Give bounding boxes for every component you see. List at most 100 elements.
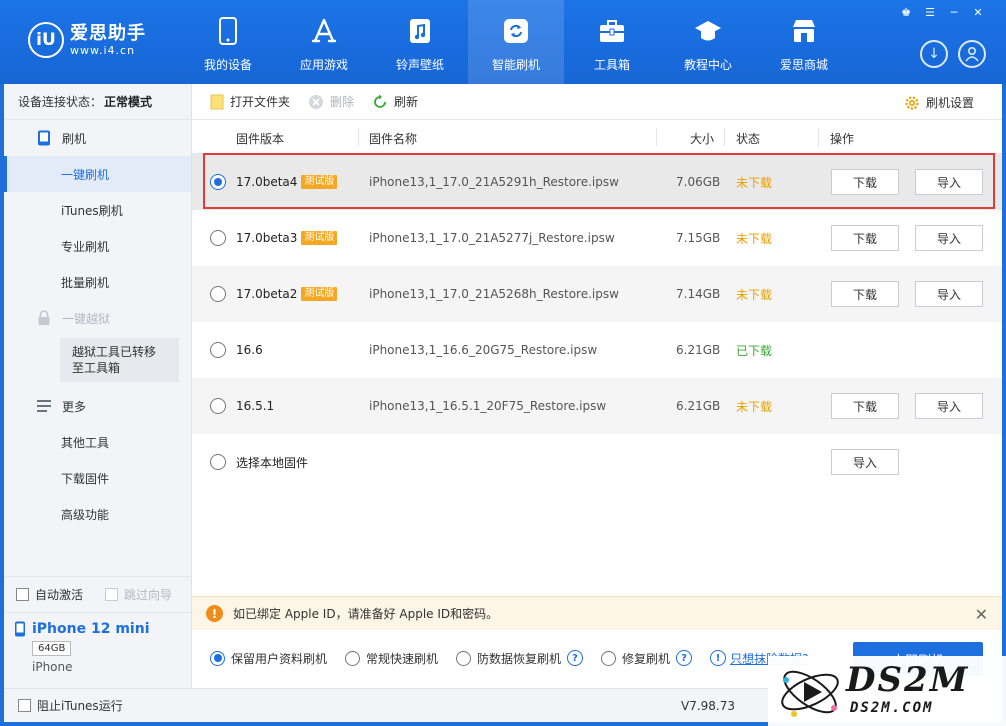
help-icon[interactable]: ? xyxy=(567,650,584,666)
main-panel: 打开文件夹 删除 刷新 刷机设置 固件版本 固件名称 大小 状态 操作 17.0… xyxy=(192,84,1002,688)
close-icon[interactable]: ✕ xyxy=(968,4,988,20)
refresh-icon xyxy=(372,94,388,110)
nav-apps-games[interactable]: 应用游戏 xyxy=(276,0,372,84)
import-button[interactable]: 导入 xyxy=(915,281,983,307)
nav-ringtones[interactable]: 铃声壁纸 xyxy=(372,0,468,84)
app-version: V7.98.73 xyxy=(681,699,736,713)
import-button[interactable]: 导入 xyxy=(915,225,983,251)
sidebar-item-itunes-flash[interactable]: iTunes刷机 xyxy=(4,192,191,228)
jailbreak-moved-note[interactable]: 越狱工具已转移至工具箱 xyxy=(60,338,179,382)
status-badge: 已下载 xyxy=(736,343,773,358)
firmware-radio[interactable] xyxy=(210,286,226,302)
nav-store[interactable]: 爱思商城 xyxy=(756,0,852,84)
option-radio[interactable] xyxy=(601,650,617,666)
import-button[interactable]: 导入 xyxy=(831,449,899,475)
sidebar: 设备连接状态： 正常模式 刷机 一键刷机 iTunes刷机 专业刷机 批量刷机 一… xyxy=(4,84,192,688)
connection-mode: 正常模式 xyxy=(104,95,153,109)
folder-icon xyxy=(210,94,224,110)
window-controls: ♚ ☰ ─ ✕ xyxy=(896,4,988,20)
table-row[interactable]: 17.0beta3 测试版 iPhone13,1_17.0_21A5277j_Re… xyxy=(192,210,1002,266)
firmware-radio[interactable] xyxy=(210,230,226,246)
close-icon[interactable]: ✕ xyxy=(975,605,988,624)
download-button[interactable]: 下载 xyxy=(831,169,899,195)
sidebar-item-pro-flash[interactable]: 专业刷机 xyxy=(4,228,191,264)
nav-my-device[interactable]: 我的设备 xyxy=(180,0,276,84)
nav-toolbox[interactable]: 工具箱 xyxy=(564,0,660,84)
auto-activate-checkbox[interactable] xyxy=(16,588,29,601)
firmware-radio[interactable] xyxy=(210,174,226,190)
gear-icon xyxy=(904,95,920,111)
col-action: 操作 xyxy=(830,132,855,146)
refresh-button[interactable]: 刷新 xyxy=(372,93,418,110)
device-type: iPhone xyxy=(32,660,73,674)
sidebar-group-more[interactable]: 更多 xyxy=(4,388,191,424)
table-row[interactable]: 17.0beta4 测试版 iPhone13,1_17.0_21A5291h_Re… xyxy=(192,154,1002,210)
help-icon[interactable]: ? xyxy=(676,650,693,666)
option-repair-flash[interactable]: 修复刷机 ? xyxy=(601,650,693,667)
open-folder-button[interactable]: 打开文件夹 xyxy=(210,93,290,110)
sidebar-item-batch-flash[interactable]: 批量刷机 xyxy=(4,264,191,300)
download-button[interactable]: 下载 xyxy=(831,225,899,251)
import-button[interactable]: 导入 xyxy=(915,169,983,195)
firmware-radio[interactable] xyxy=(210,342,226,358)
connection-status: 设备连接状态： 正常模式 xyxy=(4,84,191,120)
minimize-icon[interactable]: ─ xyxy=(944,4,964,20)
device-name: iPhone 12 mini xyxy=(32,621,150,637)
option-radio[interactable] xyxy=(210,650,225,666)
nav-smart-flash[interactable]: 智能刷机 xyxy=(468,0,564,84)
sidebar-options: 自动激活 跳过向导 xyxy=(4,576,191,612)
download-button[interactable]: 下载 xyxy=(831,281,899,307)
watermark: DS2M DS2M.COM xyxy=(768,656,1006,726)
logo-url: www.i4.cn xyxy=(70,44,136,57)
delete-icon xyxy=(308,94,324,110)
status-badge: 未下载 xyxy=(736,175,773,190)
store-icon xyxy=(789,16,819,46)
option-radio[interactable] xyxy=(345,650,361,666)
logo-name: 爱思助手 xyxy=(70,23,146,44)
table-row[interactable]: 17.0beta2 测试版 iPhone13,1_17.0_21A5268h_Re… xyxy=(192,266,1002,322)
phone-flash-icon xyxy=(36,130,52,146)
firmware-radio[interactable] xyxy=(210,454,226,470)
phone-icon xyxy=(213,16,243,46)
music-file-icon xyxy=(405,16,435,46)
sidebar-item-advanced[interactable]: 高级功能 xyxy=(4,496,191,532)
sidebar-group-jailbreak: 一键越狱 xyxy=(4,300,191,336)
option-radio[interactable] xyxy=(456,650,472,666)
toolbar: 打开文件夹 删除 刷新 刷机设置 xyxy=(192,84,1002,120)
download-manager-icon[interactable]: ↓ xyxy=(920,40,948,68)
table-row-local-firmware[interactable]: 选择本地固件 导入 xyxy=(192,434,1002,490)
graduation-cap-icon xyxy=(693,16,723,46)
download-button[interactable]: 下载 xyxy=(831,393,899,419)
table-header: 固件版本 固件名称 大小 状态 操作 xyxy=(192,120,1002,154)
beta-badge: 测试版 xyxy=(301,175,338,189)
status-badge: 未下载 xyxy=(736,231,773,246)
import-button[interactable]: 导入 xyxy=(915,393,983,419)
list-icon xyxy=(36,398,52,414)
sidebar-item-one-click-flash[interactable]: 一键刷机 xyxy=(4,156,191,192)
sidebar-item-other-tools[interactable]: 其他工具 xyxy=(4,424,191,460)
option-anti-recovery[interactable]: 防数据恢复刷机 ? xyxy=(456,650,584,667)
lock-icon xyxy=(36,310,52,326)
status-badge: 未下载 xyxy=(736,399,773,414)
user-account-icon[interactable] xyxy=(958,40,986,68)
apple-id-notice: ! 如已绑定 Apple ID，请准备好 Apple ID和密码。 ✕ xyxy=(192,596,1002,630)
sidebar-item-download-firmware[interactable]: 下载固件 xyxy=(4,460,191,496)
flash-settings-button[interactable]: 刷机设置 xyxy=(904,94,974,111)
device-capacity-badge: 64GB xyxy=(32,641,72,656)
skin-icon[interactable]: ♚ xyxy=(896,4,916,20)
option-keep-data[interactable]: 保留用户资料刷机 xyxy=(210,650,327,667)
menu-icon[interactable]: ☰ xyxy=(920,4,940,20)
block-itunes-checkbox[interactable] xyxy=(18,699,31,712)
nav-tutorials[interactable]: 教程中心 xyxy=(660,0,756,84)
table-row[interactable]: 16.6 iPhone13,1_16.6_20G75_Restore.ipsw … xyxy=(192,322,1002,378)
skip-guide-checkbox xyxy=(105,588,119,601)
firmware-radio[interactable] xyxy=(210,398,226,414)
sidebar-group-flash[interactable]: 刷机 xyxy=(4,120,191,156)
table-row[interactable]: 16.5.1 iPhone13,1_16.5.1_20F75_Restore.i… xyxy=(192,378,1002,434)
device-card[interactable]: iPhone 12 mini 64GB iPhone xyxy=(4,612,191,688)
status-badge: 未下载 xyxy=(736,287,773,302)
main-nav: 我的设备 应用游戏 铃声壁纸 智能刷机 工具箱 教程中心 爱思商城 xyxy=(180,0,852,84)
option-quick-flash[interactable]: 常规快速刷机 xyxy=(345,650,438,667)
col-size: 大小 xyxy=(690,132,715,146)
toolbox-icon xyxy=(597,16,627,46)
